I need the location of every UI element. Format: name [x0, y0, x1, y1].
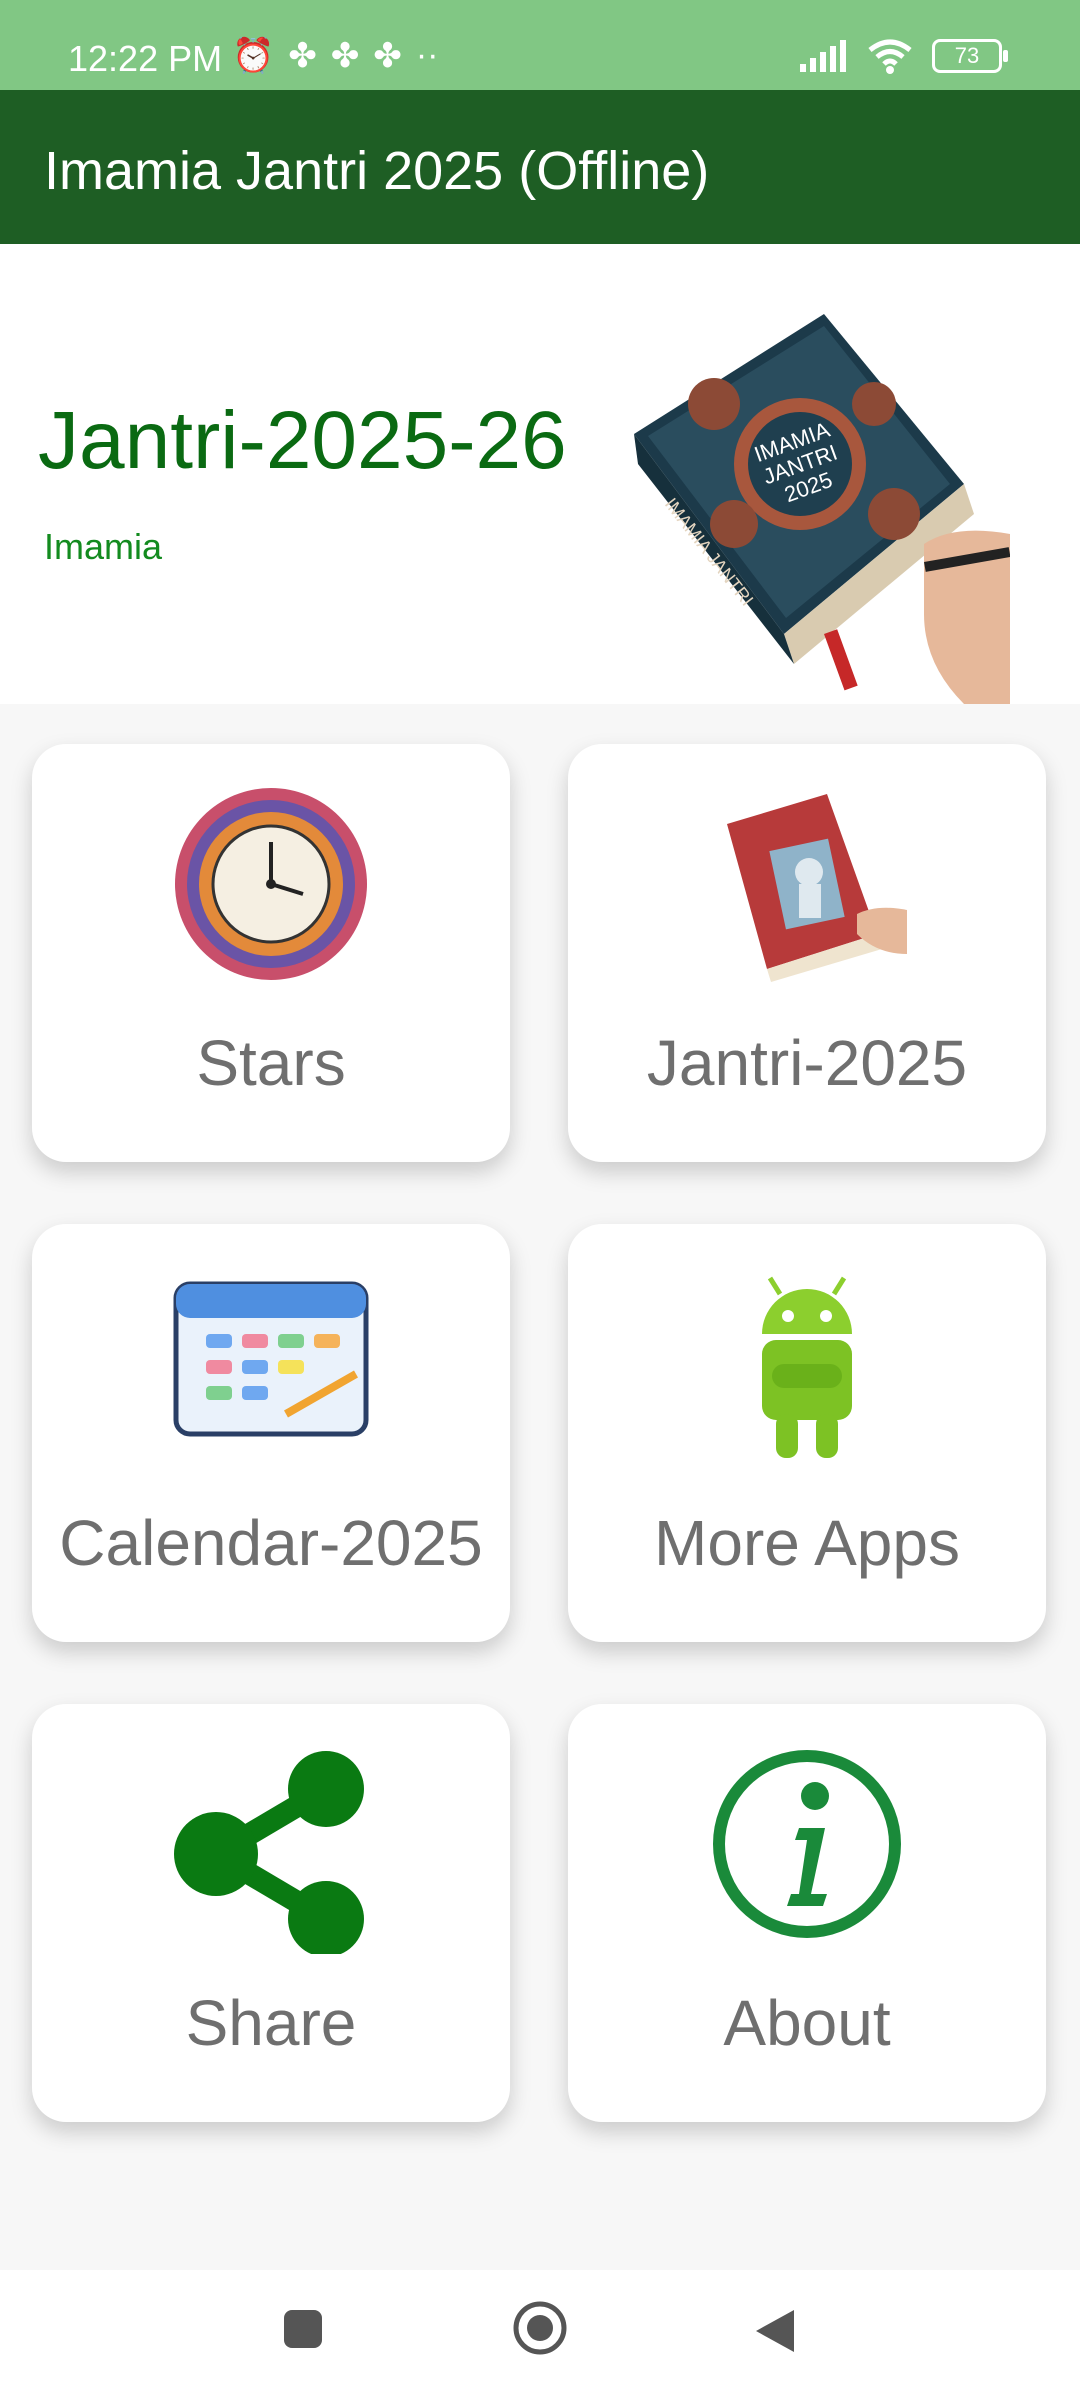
- home-button[interactable]: [512, 2300, 568, 2356]
- status-bar: 12:22 PM ⏰ ✤ ✤ ✤ ·· 73: [0, 0, 1080, 90]
- app-bar: Imamia Jantri 2025 (Offline): [0, 90, 1080, 244]
- system-navigation-bar: [0, 2270, 1080, 2400]
- header-subtitle: Imamia: [44, 526, 163, 567]
- jantri-2025-label: Jantri-2025: [646, 1027, 968, 1099]
- back-button[interactable]: [754, 2308, 796, 2354]
- status-system-icons: 73: [798, 38, 1008, 74]
- fan-icon: ✤: [288, 37, 317, 75]
- fan-icon: ✤: [373, 37, 402, 75]
- battery-icon: 73: [932, 39, 1008, 73]
- fan-icon: ✤: [330, 37, 360, 75]
- signal-icon: [800, 40, 846, 72]
- more-apps-label: More Apps: [654, 1507, 960, 1579]
- jantri-book-icon: [727, 794, 907, 982]
- info-icon: [713, 1750, 901, 1938]
- zodiac-clock-icon: [175, 788, 367, 980]
- calendar-2025-card[interactable]: Calendar-2025: [32, 1224, 510, 1642]
- status-time: 12:22 PM: [68, 38, 223, 79]
- calendar-2025-label: Calendar-2025: [59, 1507, 483, 1579]
- app-title: Imamia Jantri 2025 (Offline): [44, 141, 710, 201]
- share-label: Share: [185, 1987, 357, 2059]
- header-banner: Jantri-2025-26 Imamia IMAMIA JANTRI 2025…: [0, 244, 1080, 704]
- recent-apps-button[interactable]: [282, 2308, 324, 2350]
- jantri-2025-card[interactable]: Jantri-2025: [568, 744, 1046, 1162]
- share-card[interactable]: Share: [32, 1704, 510, 2122]
- stars-card[interactable]: Stars: [32, 744, 510, 1162]
- wifi-icon: [868, 39, 912, 74]
- about-card[interactable]: About: [568, 1704, 1046, 2122]
- stars-label: Stars: [196, 1027, 346, 1099]
- more-dots-icon: ··: [415, 36, 439, 74]
- share-icon: [174, 1751, 364, 1954]
- calendar-icon: [173, 1281, 369, 1437]
- header-title: Jantri-2025-26: [38, 395, 567, 486]
- status-notification-icons: ⏰ ✤ ✤ ✤ ··: [232, 36, 439, 76]
- more-apps-card[interactable]: More Apps: [568, 1224, 1046, 1642]
- about-label: About: [723, 1987, 891, 2059]
- jantri-book-image: IMAMIA JANTRI 2025 IMAMIA JANTRI: [634, 314, 1010, 704]
- alarm-icon: ⏰: [232, 37, 275, 75]
- android-robot-icon: [762, 1276, 852, 1458]
